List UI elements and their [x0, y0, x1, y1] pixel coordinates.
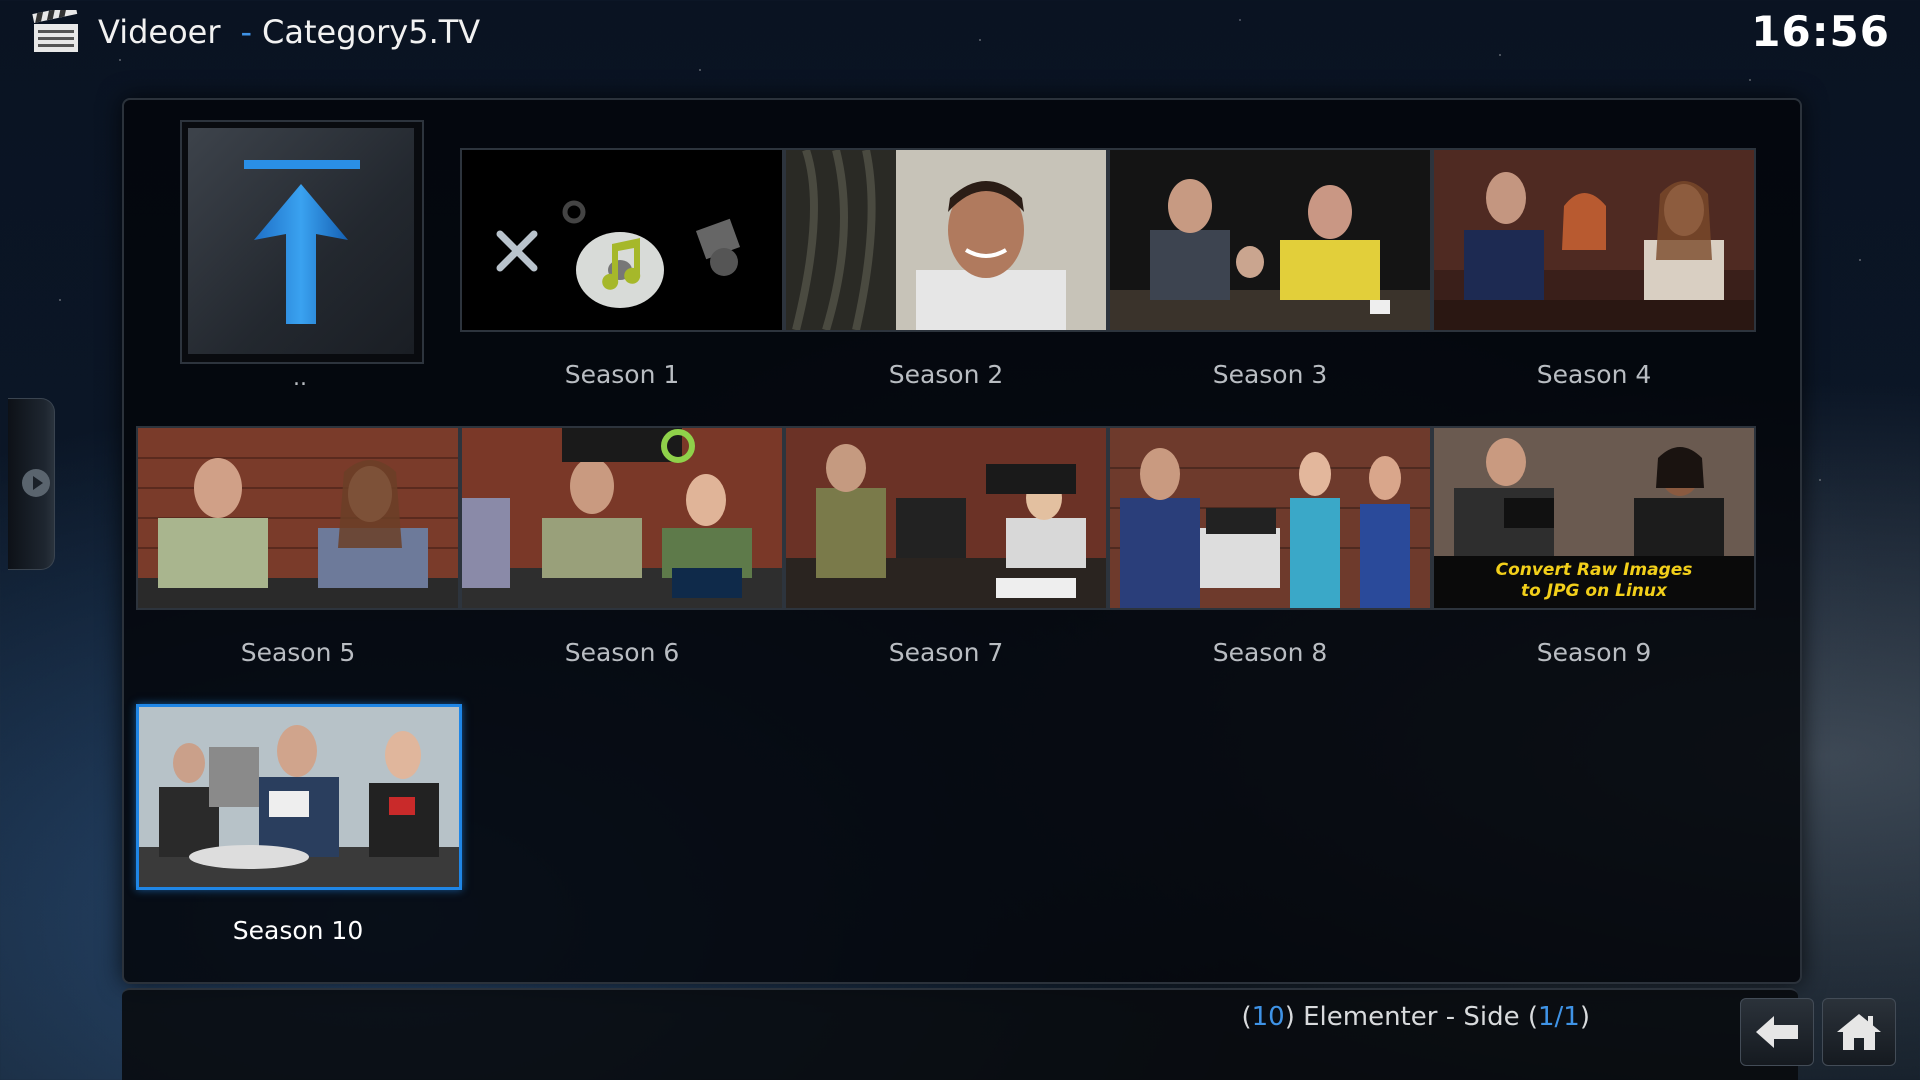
count-open-paren: (	[1241, 1002, 1252, 1032]
video-thumbnail-image	[138, 428, 458, 608]
video-thumbnail-image	[786, 428, 1106, 608]
season-thumb	[460, 426, 784, 610]
movie-clapperboard-icon	[32, 10, 78, 52]
season-label: Season 3	[1212, 360, 1328, 389]
clock: 16:56	[1751, 7, 1890, 56]
season-label: Season 5	[240, 638, 356, 667]
video-thumbnail-image	[1434, 150, 1754, 330]
section-title: Videoer	[98, 13, 221, 51]
thumbnail-caption-line1: Convert Raw Images	[1495, 560, 1693, 580]
season-thumb	[1108, 426, 1432, 610]
season-thumb	[136, 426, 460, 610]
side-menu-open-icon[interactable]	[22, 469, 50, 497]
parent-folder-tile[interactable]	[180, 120, 424, 364]
item-count: (10) Elementer - Side (1/1)	[1241, 1002, 1590, 1032]
item-count-value: 10	[1251, 1002, 1285, 1032]
season-thumb	[784, 148, 1108, 332]
media-grid-panel: .. Season 1 Season 2 Season 3 Season 4 S…	[122, 98, 1802, 984]
back-arrow-icon	[1756, 1016, 1798, 1048]
header: Videoer - Category5.TV 16:56	[0, 0, 1920, 70]
parent-folder-thumb	[188, 128, 414, 354]
home-icon	[1837, 1014, 1881, 1050]
parent-folder-label: ..	[293, 366, 307, 391]
back-button[interactable]	[1740, 998, 1814, 1066]
video-thumbnail-image	[139, 707, 459, 887]
side-menu-tab[interactable]	[8, 398, 55, 570]
season-label: Season 6	[564, 638, 680, 667]
source-title: Category5.TV	[262, 13, 481, 51]
season-thumb	[136, 704, 462, 890]
count-middle-text: ) Elementer - Side (	[1284, 1002, 1538, 1032]
video-thumbnail-image	[786, 150, 1106, 330]
season-label: Season 8	[1212, 638, 1328, 667]
count-close-paren: )	[1579, 1002, 1590, 1032]
video-thumbnail-image	[1110, 428, 1430, 608]
season-label: Season 1	[564, 360, 680, 389]
title-separator: -	[240, 13, 253, 51]
season-thumb	[460, 148, 784, 332]
season-thumb: Convert Raw Images to JPG on Linux	[1432, 426, 1756, 610]
page-title: Videoer - Category5.TV	[98, 10, 480, 54]
season-thumb	[1108, 148, 1432, 332]
season-label: Season 7	[888, 638, 1004, 667]
video-thumbnail-image	[462, 428, 782, 608]
season-thumb	[784, 426, 1108, 610]
video-settings-icon	[462, 150, 782, 330]
season-label: Season 9	[1536, 638, 1652, 667]
season-thumb	[1432, 148, 1756, 332]
thumbnail-caption-line2: to JPG on Linux	[1521, 581, 1667, 601]
page-value: 1/1	[1538, 1002, 1580, 1032]
up-arrow-icon	[244, 160, 360, 324]
season-label: Season 4	[1536, 360, 1652, 389]
thumbnail-caption: Convert Raw Images to JPG on Linux	[1434, 560, 1754, 602]
season-label: Season 2	[888, 360, 1004, 389]
video-thumbnail-image	[1110, 150, 1430, 330]
season-label: Season 10	[232, 916, 364, 945]
home-button[interactable]	[1822, 998, 1896, 1066]
